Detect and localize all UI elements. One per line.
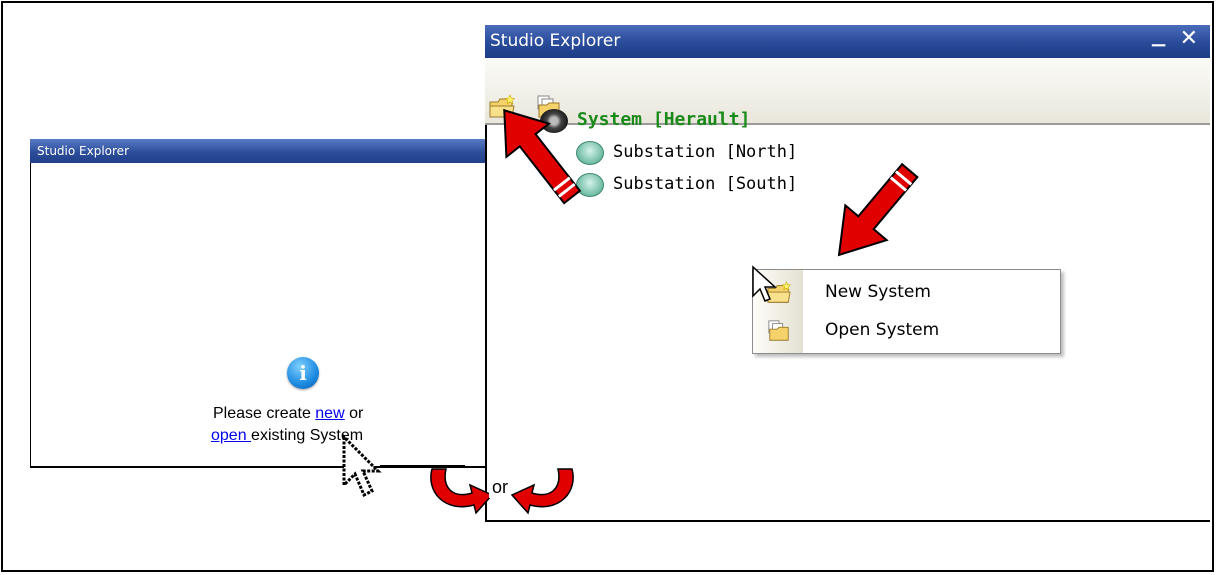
tree-item-substation-north[interactable]: Substation [North] [613,142,797,162]
mouse-cursor-icon [752,265,777,302]
info-icon: i [287,357,319,389]
tree-item-substation-south[interactable]: Substation [South] [613,174,797,194]
open-system-folder-icon [768,320,789,341]
close-icon[interactable]: ✕ [1180,26,1198,51]
tree-root-system[interactable]: System [Herault] [577,109,750,130]
or-label: or [489,477,512,498]
right-panel-title: Studio Explorer [485,25,1210,58]
annotation-arrow-icon [837,162,919,257]
curved-arrow-right-icon [510,468,574,515]
curved-arrow-left-icon [430,468,494,515]
open-system-link[interactable]: open [211,427,251,444]
context-menu: New System Open System [752,269,1061,354]
pin-icon[interactable]: 𝍠 [1151,28,1166,58]
context-menu-new-system-label: New System [825,282,931,302]
context-menu-new-system[interactable]: New System [753,274,1060,312]
message-middle: or [344,405,364,422]
left-panel-title: Studio Explorer [30,139,488,163]
mouse-cursor-icon [342,433,382,498]
message-prefix: Please create [213,405,316,422]
context-menu-open-system[interactable]: Open System [753,312,1060,350]
context-menu-open-system-label: Open System [825,320,940,340]
new-system-link[interactable]: new [315,405,344,422]
create-message-line1: Please create new or [213,405,363,423]
annotation-arrow-icon [503,108,582,205]
